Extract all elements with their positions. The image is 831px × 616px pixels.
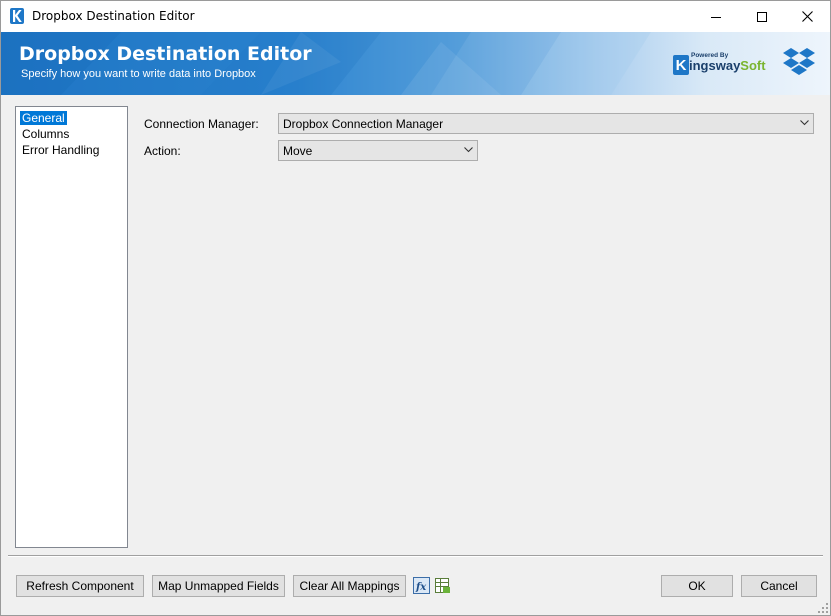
maximize-button[interactable] xyxy=(739,1,785,32)
maximize-icon xyxy=(757,11,767,22)
editor-window: Dropbox Destination Editor Dropbox Desti… xyxy=(0,0,831,616)
nav-item-columns[interactable]: Columns xyxy=(20,127,71,141)
brand-name-soft: Soft xyxy=(740,58,766,73)
nav-item-general[interactable]: General xyxy=(20,111,67,125)
close-icon xyxy=(801,11,813,22)
header-banner: Dropbox Destination Editor Specify how y… xyxy=(1,32,830,95)
kingswaysoft-logo: Powered By K ingswaySoft xyxy=(673,52,766,78)
action-dropdown[interactable]: Move xyxy=(278,140,478,161)
minimize-button[interactable] xyxy=(693,1,739,32)
cancel-button[interactable]: Cancel xyxy=(741,575,817,597)
action-label: Action: xyxy=(144,144,181,158)
ok-button[interactable]: OK xyxy=(661,575,733,597)
grid-variables-icon[interactable] xyxy=(434,577,451,594)
svg-text:fx: fx xyxy=(415,582,427,593)
kingswaysoft-k-logo-icon: K xyxy=(673,55,689,75)
page-navigation-list: General Columns Error Handling xyxy=(15,106,128,548)
connection-manager-label: Connection Manager: xyxy=(144,117,259,131)
connection-manager-value: Dropbox Connection Manager xyxy=(283,117,444,131)
chevron-down-icon xyxy=(800,120,809,126)
refresh-component-button[interactable]: Refresh Component xyxy=(16,575,144,597)
connection-manager-dropdown[interactable]: Dropbox Connection Manager xyxy=(278,113,814,134)
kingswaysoft-k-icon xyxy=(10,8,24,24)
banner-subtitle: Specify how you want to write data into … xyxy=(21,68,256,80)
action-value: Move xyxy=(283,144,313,158)
brand-name-main: ingsway xyxy=(689,58,741,73)
fx-expression-icon[interactable]: fx xyxy=(413,577,430,594)
brand-name: ingswaySoft xyxy=(689,58,766,73)
dropbox-icon xyxy=(783,48,815,75)
window-title: Dropbox Destination Editor xyxy=(32,9,195,23)
title-bar: Dropbox Destination Editor xyxy=(1,1,830,32)
banner-title: Dropbox Destination Editor xyxy=(19,43,312,65)
map-unmapped-fields-button[interactable]: Map Unmapped Fields xyxy=(152,575,285,597)
close-button[interactable] xyxy=(784,1,830,32)
chevron-down-icon xyxy=(464,147,473,153)
clear-all-mappings-button[interactable]: Clear All Mappings xyxy=(293,575,406,597)
minimize-icon xyxy=(711,16,721,18)
footer-divider xyxy=(8,555,823,557)
nav-item-error-handling[interactable]: Error Handling xyxy=(20,143,101,157)
resize-grip-icon[interactable] xyxy=(818,603,828,613)
